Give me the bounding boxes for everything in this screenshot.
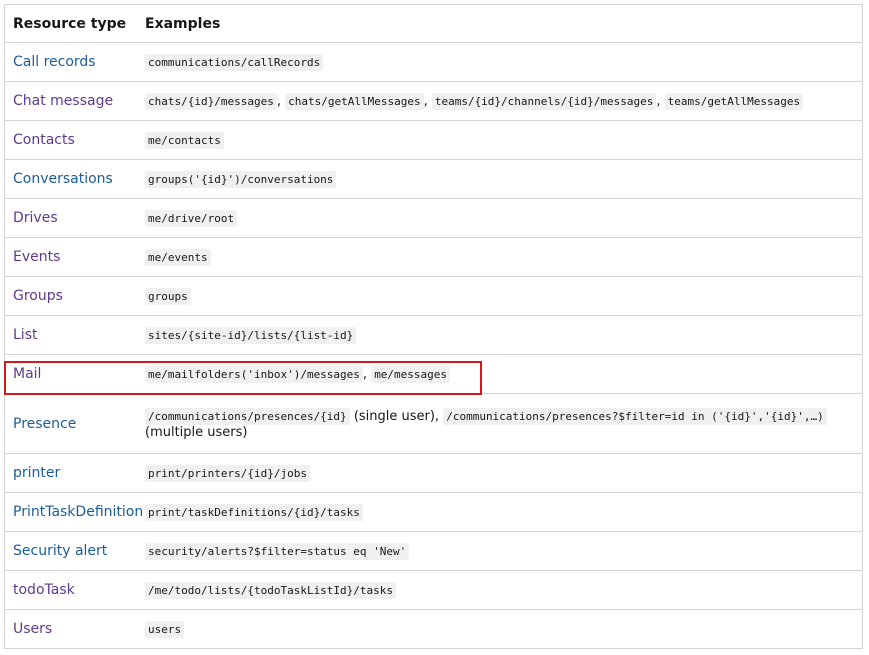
resource-link[interactable]: List [13,327,37,343]
examples-cell: me/contacts [137,120,863,160]
example-path-code: chats/getAllMessages [285,93,424,110]
table-row: PrintTaskDefinition print/taskDefinitions… [4,492,863,532]
examples-cell: print/taskDefinitions/{id}/tasks [137,492,863,532]
resource-link[interactable]: Events [13,249,60,265]
table-row: Drives me/drive/root [4,198,863,238]
example-path-code: chats/{id}/messages [145,93,277,110]
examples-cell: print/printers/{id}/jobs [137,453,863,493]
resource-type-cell: Call records [4,42,137,82]
resource-type-cell: Events [4,237,137,277]
table-row: Mail me/mailfolders('inbox')/messages, me… [4,354,863,394]
resource-table: Resource type Examples Call records commu… [4,4,863,649]
table-row: Presence/communications/presences/{id} (… [4,393,863,454]
resource-link[interactable]: Call records [13,54,96,70]
resource-link[interactable]: printer [13,465,60,481]
table-header-row: Resource type Examples [4,4,863,43]
examples-cell: security/alerts?$filter=status eq 'New' [137,531,863,571]
resource-table-container: Resource type Examples Call records commu… [4,4,863,649]
resource-type-cell: Users [4,609,137,649]
examples-cell: users [137,609,863,649]
resource-link[interactable]: Chat message [13,93,113,109]
table-row: Users users [4,609,863,649]
resource-link[interactable]: Drives [13,210,58,226]
example-path-code: me/mailfolders('inbox')/messages [145,366,363,383]
header-resource-type: Resource type [4,4,137,43]
table-row: Chat message chats/{id}/messages, chats/g… [4,81,863,121]
example-path-code: me/contacts [145,132,224,149]
example-separator-text: , [362,367,372,382]
examples-cell: /me/todo/lists/{todoTaskListId}/tasks [137,570,863,610]
resource-link[interactable]: Mail [13,366,41,382]
table-row: Security alert security/alerts?$filter=st… [4,531,863,571]
example-path-code: teams/getAllMessages [664,93,804,110]
resource-type-cell: Groups [4,276,137,316]
resource-type-cell: Presence [4,393,137,454]
example-separator-text: , [276,94,286,109]
resource-type-cell: PrintTaskDefinition [4,492,143,532]
resource-type-cell: Conversations [4,159,137,199]
examples-cell: communications/callRecords [137,42,863,82]
examples-cell: /communications/presences/{id} (single u… [137,393,863,454]
example-path-code: /communications/presences?$filter=id in … [443,407,827,425]
table-row: Call records communications/callRecords [4,42,863,82]
examples-cell: me/mailfolders('inbox')/messages, me/mes… [137,354,863,394]
table-body: Call records communications/callRecords Ch… [4,42,863,649]
example-path-code: users [145,621,185,638]
resource-type-cell: Drives [4,198,137,238]
example-path-code: print/printers/{id}/jobs [145,465,310,482]
resource-link[interactable]: Security alert [13,543,107,559]
examples-cell: groups [137,276,863,316]
table-row: Conversations groups('{id}')/conversation… [4,159,863,199]
resource-link[interactable]: Groups [13,288,63,304]
example-separator-text: , [423,94,432,109]
example-path-code: me/messages [371,366,451,383]
resource-type-cell: List [4,315,137,355]
resource-type-cell: Mail [4,354,137,394]
resource-link[interactable]: Presence [13,416,76,432]
example-path-code: print/taskDefinitions/{id}/tasks [145,504,363,521]
example-path-code: /me/todo/lists/{todoTaskListId}/tasks [145,582,397,599]
resource-link[interactable]: Contacts [13,132,75,148]
table-row: Contacts me/contacts [4,120,863,160]
resource-type-cell: Chat message [4,81,137,121]
resource-type-cell: todoTask [4,570,137,610]
example-path-code: sites/{site-id}/lists/{list-id} [145,327,357,344]
table-row: Groups groups [4,276,863,316]
resource-link[interactable]: todoTask [13,582,75,598]
examples-cell: chats/{id}/messages, chats/getAllMessage… [137,81,863,121]
resource-link[interactable]: Users [13,621,52,637]
resource-link[interactable]: PrintTaskDefinition [13,504,143,520]
examples-cell: sites/{site-id}/lists/{list-id} [137,315,863,355]
resource-type-cell: Contacts [4,120,137,160]
example-path-code: me/events [145,249,211,266]
example-separator-text: (single user), [349,408,444,424]
example-separator-text: (multiple users) [145,424,248,440]
table-row: printer print/printers/{id}/jobs [4,453,863,493]
example-path-code: me/drive/root [145,210,238,227]
header-examples: Examples [137,4,863,43]
resource-link[interactable]: Conversations [13,171,113,187]
example-path-code: communications/callRecords [145,54,324,71]
example-path-code: /communications/presences/{id} [145,407,350,425]
resource-type-cell: printer [4,453,137,493]
examples-cell: me/drive/root [137,198,863,238]
table-row: List sites/{site-id}/lists/{list-id} [4,315,863,355]
example-path-code: groups [145,288,191,305]
example-separator-text: , [656,94,665,109]
table-row: Events me/events [4,237,863,277]
example-path-code: groups('{id}')/conversations [145,171,337,188]
table-row: todoTask/me/todo/lists/{todoTaskListId}/… [4,570,863,610]
example-path-code: teams/{id}/channels/{id}/messages [431,93,657,110]
example-path-code: security/alerts?$filter=status eq 'New' [145,543,410,560]
resource-type-cell: Security alert [4,531,137,571]
examples-cell: groups('{id}')/conversations [137,159,863,199]
examples-cell: me/events [137,237,863,277]
